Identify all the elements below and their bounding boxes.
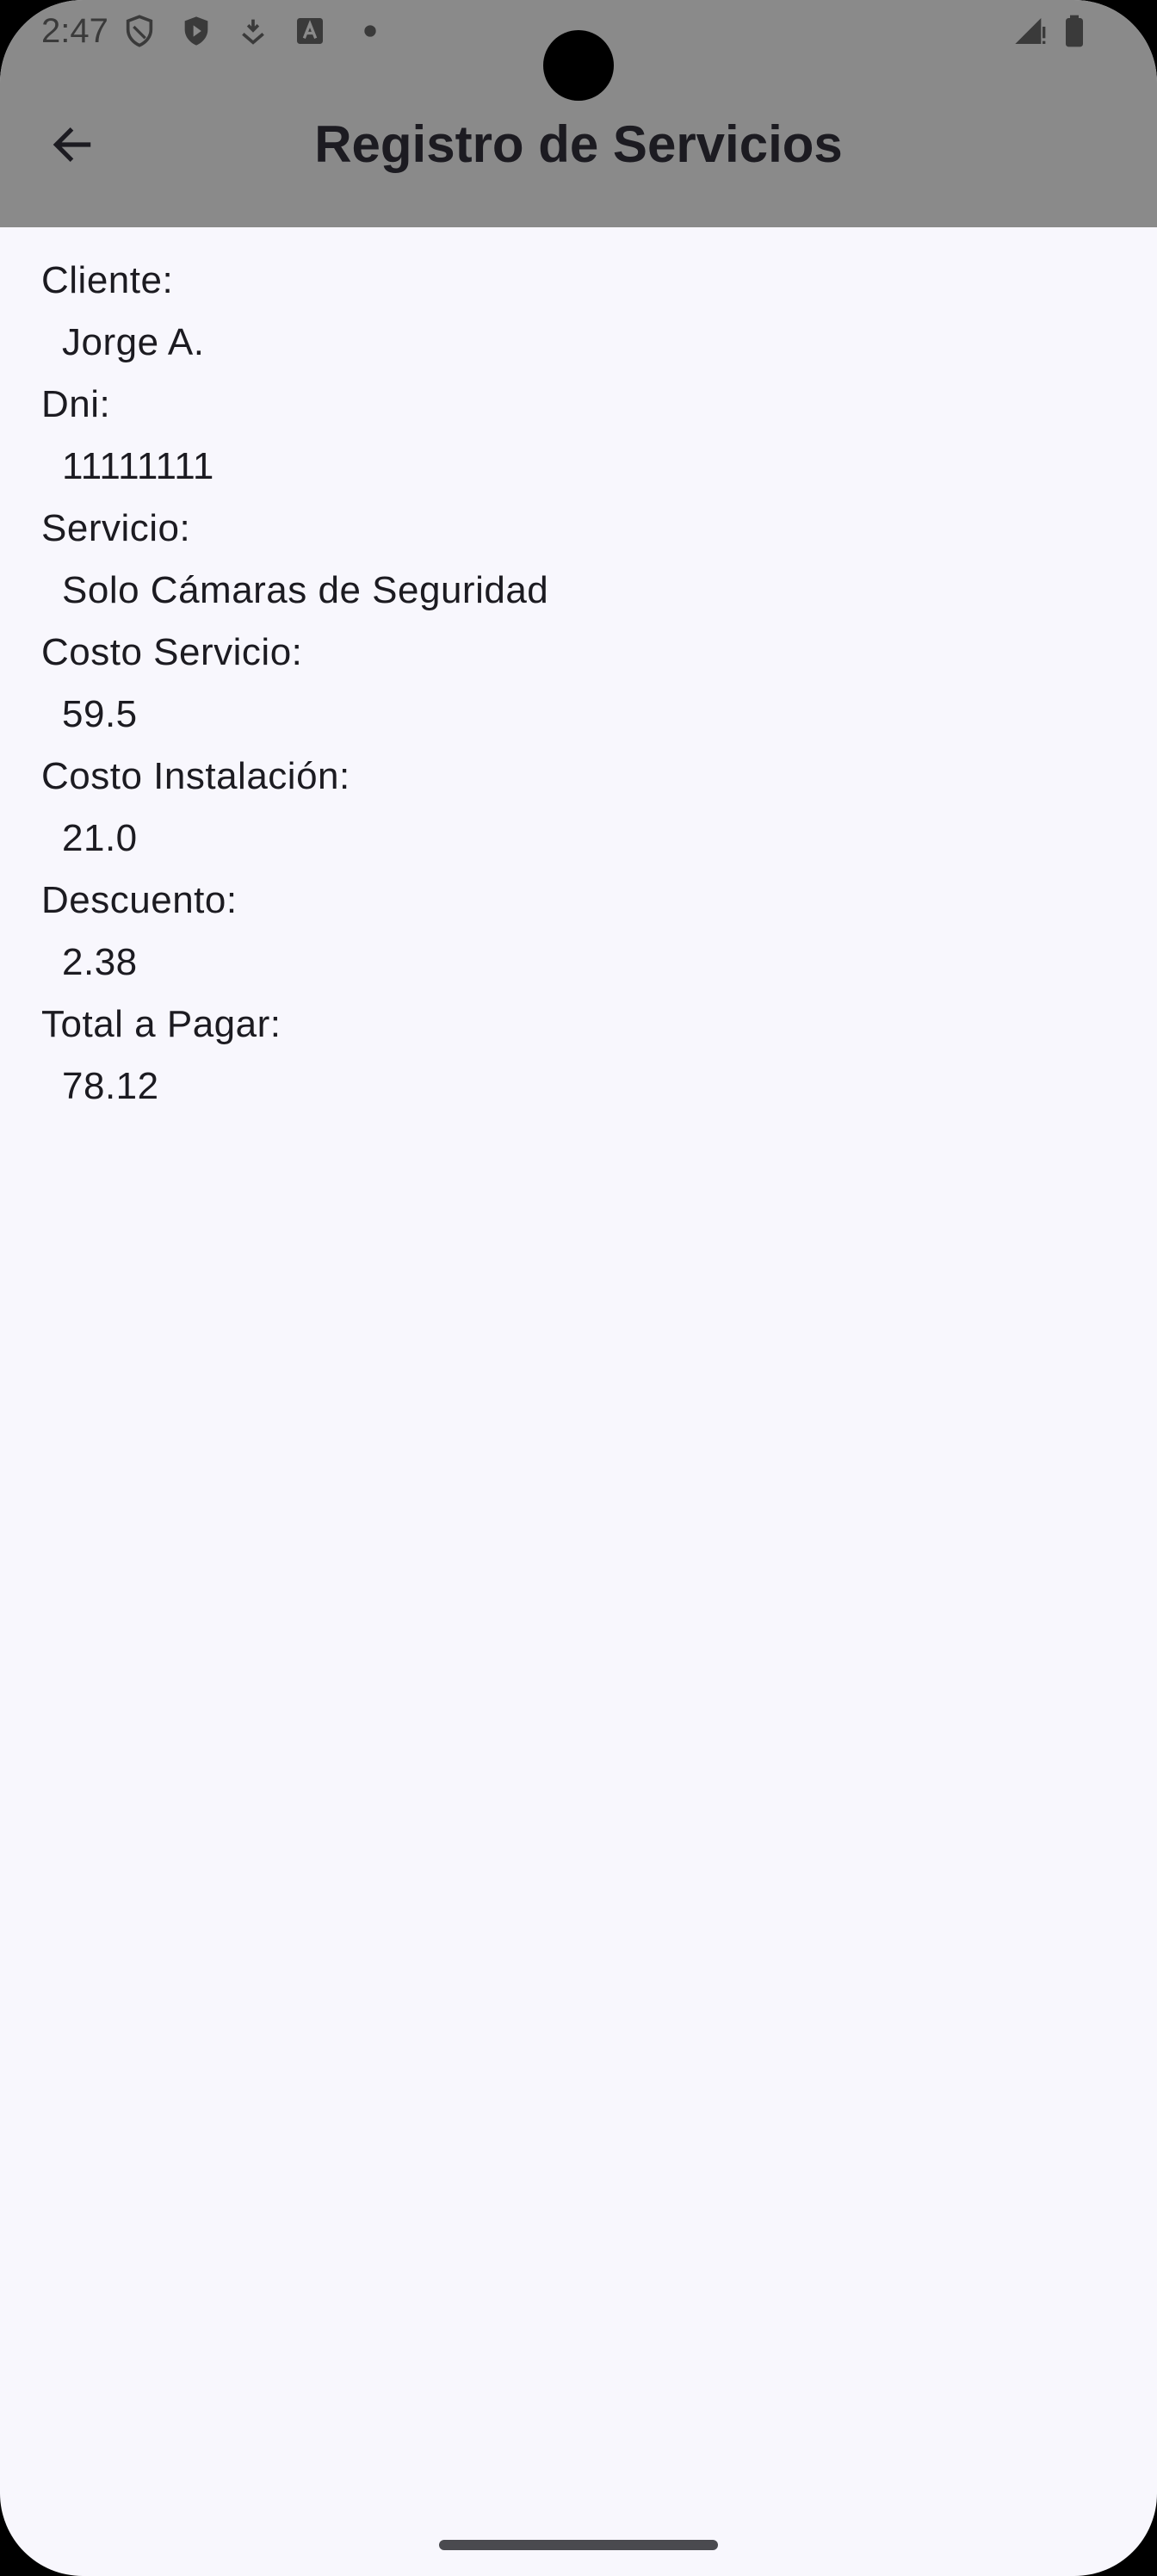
phone-screen: 2:47 Registro de Servicios Cliente: Jorg… — [0, 0, 1157, 2576]
battery-icon — [1066, 15, 1083, 47]
download-badge-icon — [242, 19, 264, 45]
status-bar: 2:47 — [0, 0, 1157, 101]
costo-servicio-value: 59.5 — [62, 693, 138, 735]
servicio-label: Servicio: — [41, 507, 191, 549]
shield-outline-icon — [126, 15, 153, 47]
cliente-value: Jorge A. — [62, 321, 205, 363]
total-a-pagar-label: Total a Pagar: — [41, 1003, 282, 1045]
costo-instalacion-value: 21.0 — [62, 817, 138, 859]
home-indicator[interactable] — [439, 2540, 718, 2550]
servicio-value: Solo Cámaras de Seguridad — [62, 569, 549, 611]
signal-icon — [1015, 18, 1046, 44]
text-a-icon — [297, 18, 323, 44]
header: 2:47 Registro de Servicios — [0, 0, 1157, 227]
costo-instalacion-label: Costo Instalación: — [41, 755, 350, 797]
service-details: Cliente: Jorge A. Dni: 11111111 Servicio… — [41, 250, 1109, 1118]
descuento-label: Descuento: — [41, 879, 238, 921]
cliente-label: Cliente: — [41, 259, 174, 301]
costo-servicio-label: Costo Servicio: — [41, 631, 303, 673]
shield-play-icon — [184, 16, 208, 46]
page-title: Registro de Servicios — [314, 115, 843, 173]
status-time: 2:47 — [41, 12, 108, 50]
descuento-value: 2.38 — [62, 941, 138, 983]
dni-value: 11111111 — [62, 445, 214, 487]
dot-icon — [364, 25, 376, 37]
app-bar: Registro de Servicios — [0, 86, 1157, 227]
dni-label: Dni: — [41, 383, 111, 425]
total-a-pagar-value: 78.12 — [62, 1065, 159, 1107]
